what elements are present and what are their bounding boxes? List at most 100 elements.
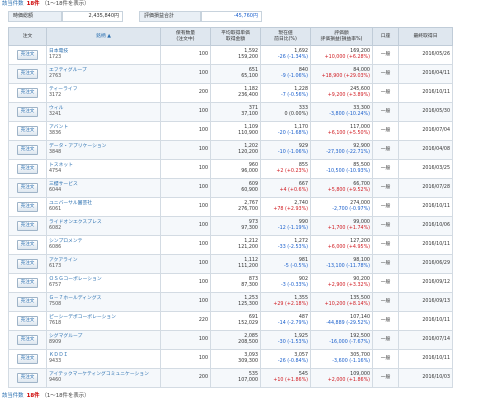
current-price: 333 bbox=[298, 106, 308, 112]
day-change: -26 (-1.34%) bbox=[277, 55, 308, 60]
current-price: 1,170 bbox=[294, 125, 308, 131]
day-change: +29 (+2.18%) bbox=[273, 302, 308, 307]
sell-order-button[interactable]: 売注文 bbox=[16, 354, 39, 364]
avg-cost: 1,112 bbox=[244, 258, 258, 264]
day-change: -33 (-2.53%) bbox=[277, 245, 308, 250]
col-name-sort[interactable]: 銘柄 ▲ bbox=[46, 27, 161, 46]
stock-code: 6086 bbox=[49, 245, 62, 250]
last-acquired-date: 2016/09/13 bbox=[398, 292, 453, 312]
col-price: 現在値 前日比(%) bbox=[260, 27, 311, 46]
col-last-date: 最終取得日 bbox=[398, 27, 453, 46]
stock-code: 6173 bbox=[49, 264, 62, 269]
table-row: 売注文 エフティグループ 2763 100 651 65,100 840 -9 (-1.06%… bbox=[8, 64, 453, 84]
valuation: 192,500 bbox=[350, 334, 370, 340]
holding-qty: 100 bbox=[160, 235, 211, 255]
acquisition-amount: 159,200 bbox=[238, 55, 258, 60]
current-price: 1,355 bbox=[294, 296, 308, 302]
unrealized-pl: -16,000 (-7.67%) bbox=[329, 340, 370, 345]
table-row: 売注文 アイテックマーケティングコミュニケーション 9460 200 535 107,00… bbox=[8, 368, 453, 388]
account-type: 一般 bbox=[372, 216, 399, 236]
holding-qty: 100 bbox=[160, 159, 211, 179]
unrealized-pl: +10,000 (+6.28%) bbox=[324, 55, 370, 60]
acquisition-amount: 96,000 bbox=[241, 169, 258, 174]
last-acquired-date: 2016/03/25 bbox=[398, 159, 453, 179]
day-change: 0 (0.00%) bbox=[284, 112, 308, 117]
total-pl-label: 評価損益合計 bbox=[139, 11, 201, 22]
current-price: 1,228 bbox=[294, 87, 308, 93]
table-row: 売注文 シンプロメンテ 6086 100 1,212 121,200 1,272 -33 (-… bbox=[8, 235, 453, 255]
current-price: 1,925 bbox=[294, 334, 308, 340]
table-row: 売注文 データ・アプリケーション 3848 100 1,202 120,200 929 -10… bbox=[8, 140, 453, 160]
last-acquired-date: 2016/10/11 bbox=[398, 235, 453, 255]
valuation: 90,200 bbox=[353, 277, 370, 283]
avg-cost: 609 bbox=[248, 182, 258, 188]
acquisition-amount: 276,700 bbox=[238, 207, 258, 212]
sell-order-button[interactable]: 売注文 bbox=[16, 145, 39, 155]
account-type: 一般 bbox=[372, 235, 399, 255]
stock-name-link[interactable]: アイテックマーケティングコミュニケーション bbox=[49, 372, 158, 378]
col-account: 口座 bbox=[372, 27, 399, 46]
unrealized-pl: +6,100 (+5.50%) bbox=[327, 131, 370, 136]
sell-order-button[interactable]: 売注文 bbox=[16, 164, 39, 174]
unrealized-pl: +5,800 (+9.52%) bbox=[327, 188, 370, 193]
sell-order-button[interactable]: 売注文 bbox=[16, 202, 39, 212]
last-acquired-date: 2016/04/11 bbox=[398, 64, 453, 84]
unrealized-pl: +10,200 (+8.14%) bbox=[324, 302, 370, 307]
sell-order-button[interactable]: 売注文 bbox=[16, 259, 39, 269]
valuation: 33,300 bbox=[353, 106, 370, 112]
last-acquired-date: 2016/04/08 bbox=[398, 140, 453, 160]
current-price: 1,692 bbox=[294, 49, 308, 55]
valuation: 99,000 bbox=[353, 220, 370, 226]
holding-qty: 100 bbox=[160, 64, 211, 84]
sell-order-button[interactable]: 売注文 bbox=[16, 50, 39, 60]
valuation: 117,000 bbox=[350, 125, 370, 131]
account-type: 一般 bbox=[372, 159, 399, 179]
account-type: 一般 bbox=[372, 330, 399, 350]
valuation: 85,500 bbox=[353, 163, 370, 169]
stock-code: 9433 bbox=[49, 359, 62, 364]
valuation: 305,700 bbox=[350, 353, 370, 359]
acquisition-amount: 208,500 bbox=[238, 340, 258, 345]
last-acquired-date: 2016/10/11 bbox=[398, 83, 453, 103]
valuation: 274,000 bbox=[350, 201, 370, 207]
sell-order-button[interactable]: 売注文 bbox=[16, 69, 39, 79]
acquisition-amount: 111,200 bbox=[238, 264, 258, 269]
sell-order-button[interactable]: 売注文 bbox=[16, 373, 39, 383]
acquisition-amount: 87,300 bbox=[241, 283, 258, 288]
sell-order-button[interactable]: 売注文 bbox=[16, 88, 39, 98]
avg-cost: 371 bbox=[248, 106, 258, 112]
day-change: -14 (-2.79%) bbox=[277, 321, 308, 326]
stock-code: 2763 bbox=[49, 74, 62, 79]
sell-order-button[interactable]: 売注文 bbox=[16, 335, 39, 345]
holding-qty: 220 bbox=[160, 311, 211, 331]
total-pl-value: -45,760円 bbox=[201, 11, 262, 22]
acquisition-amount: 37,100 bbox=[241, 112, 258, 117]
account-type: 一般 bbox=[372, 140, 399, 160]
sell-order-button[interactable]: 売注文 bbox=[16, 316, 39, 326]
valuation: 107,140 bbox=[350, 315, 370, 321]
account-type: 一般 bbox=[372, 83, 399, 103]
stock-code: 4754 bbox=[49, 169, 62, 174]
sell-order-button[interactable]: 売注文 bbox=[16, 297, 39, 307]
stock-code: 6061 bbox=[49, 207, 62, 212]
sell-order-button[interactable]: 売注文 bbox=[16, 221, 39, 231]
sell-order-button[interactable]: 売注文 bbox=[16, 107, 39, 117]
day-change: -9 (-1.06%) bbox=[280, 74, 308, 79]
unrealized-pl: -27,300 (-22.71%) bbox=[326, 150, 370, 155]
sell-order-button[interactable]: 売注文 bbox=[16, 240, 39, 250]
holding-qty: 200 bbox=[160, 368, 211, 388]
unrealized-pl: -13,100 (-11.78%) bbox=[326, 264, 370, 269]
current-price: 2,740 bbox=[294, 201, 308, 207]
unrealized-pl: +18,900 (+29.03%) bbox=[321, 74, 370, 79]
unrealized-pl: -2,700 (-0.97%) bbox=[332, 207, 370, 212]
current-price: 1,272 bbox=[294, 239, 308, 245]
sell-order-button[interactable]: 売注文 bbox=[16, 126, 39, 136]
last-acquired-date: 2016/07/04 bbox=[398, 121, 453, 141]
day-change: -5 (-0.5%) bbox=[284, 264, 308, 269]
current-price: 487 bbox=[298, 315, 308, 321]
sell-order-button[interactable]: 売注文 bbox=[16, 278, 39, 288]
acquisition-amount: 60,900 bbox=[241, 188, 258, 193]
current-price: 667 bbox=[298, 182, 308, 188]
col-qty: 保有数量 (注文中) bbox=[160, 27, 211, 46]
sell-order-button[interactable]: 売注文 bbox=[16, 183, 39, 193]
